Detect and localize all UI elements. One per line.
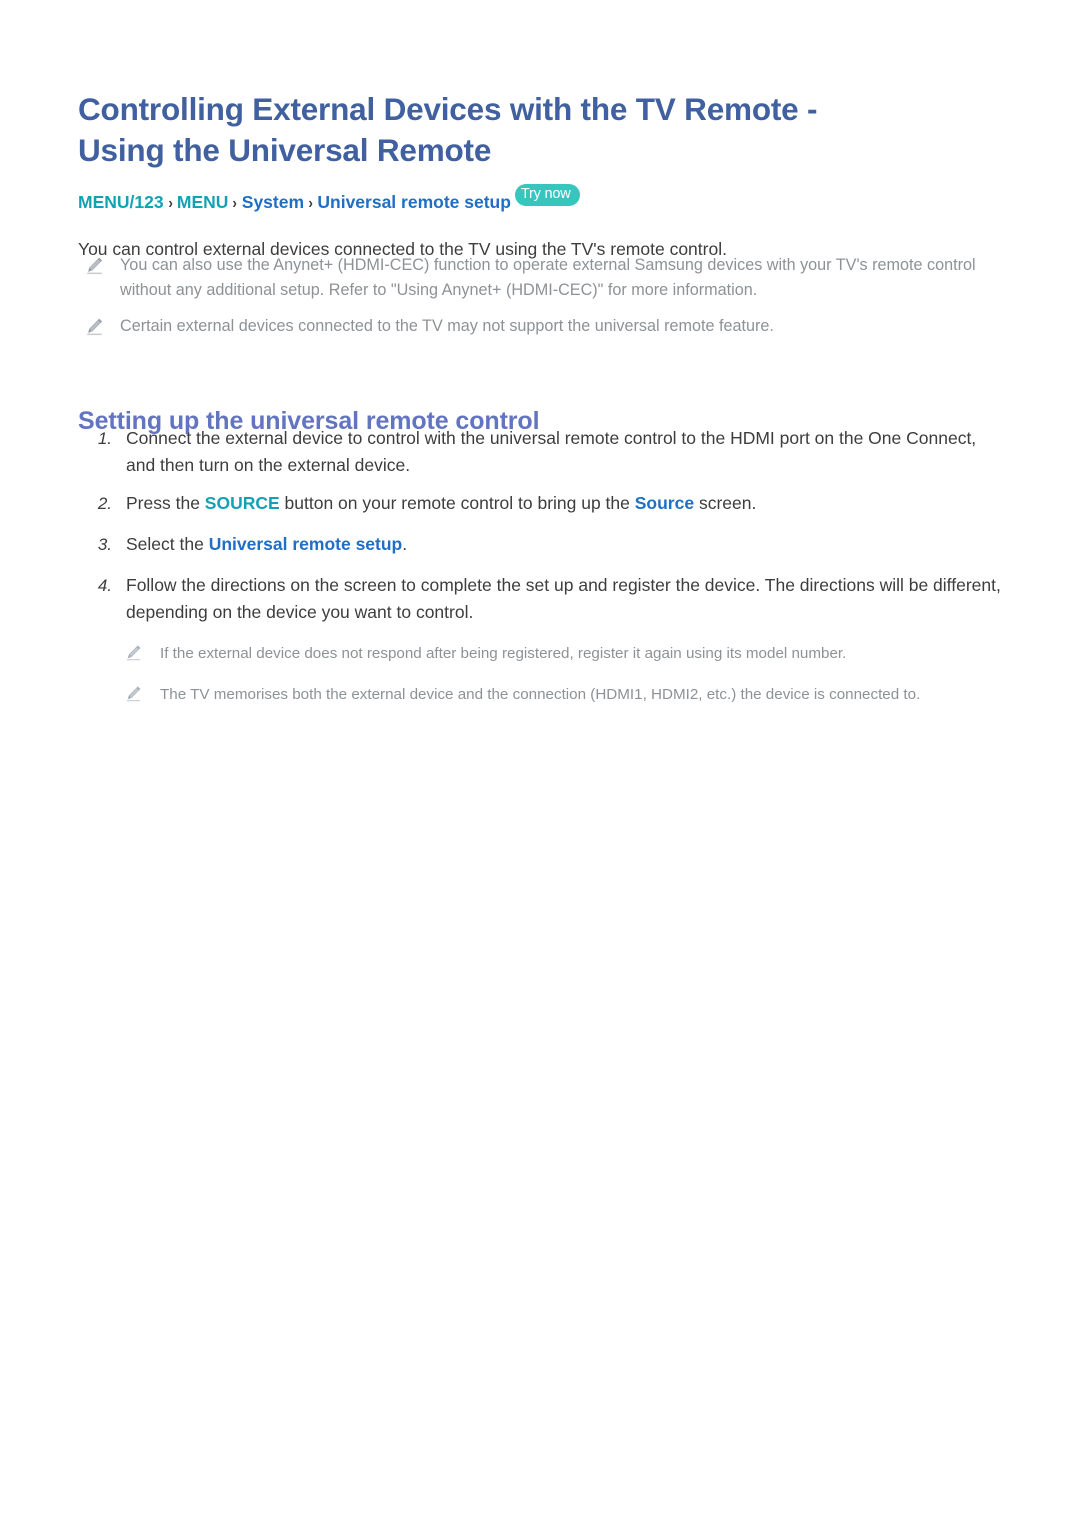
breadcrumb-item-universal-remote-setup[interactable]: Universal remote setup — [317, 192, 511, 212]
manual-page: Controlling External Devices with the TV… — [0, 0, 1080, 1527]
step-item: 4. Follow the directions on the screen t… — [84, 572, 1014, 626]
note-anynet: You can also use the Anynet+ (HDMI-CEC) … — [84, 253, 996, 303]
keyword-source-button: SOURCE — [204, 493, 280, 513]
chevron-right-icon: › — [232, 195, 238, 212]
try-now-badge[interactable]: Try now — [514, 184, 580, 206]
breadcrumb: MENU/123 › MENU › System › Universal remote se… — [78, 184, 580, 216]
page-title-line-2: Using the Universal Remote — [78, 132, 492, 169]
step-text-part: . — [402, 534, 408, 554]
subnote-register-again: If the external device does not respond … — [124, 641, 1014, 666]
step-number: 3. — [97, 535, 112, 554]
pencil-icon — [84, 317, 106, 337]
step-number: 4. — [97, 576, 112, 595]
step-text-part: Connect the external device to control w… — [126, 428, 977, 475]
note-text: If the external device does not respond … — [160, 645, 847, 662]
note-text: The TV memorises both the external devic… — [160, 686, 921, 703]
step-number: 2. — [97, 494, 112, 513]
step-text-part: Press the — [126, 493, 205, 513]
page-title-line-1: Controlling External Devices with the TV… — [78, 91, 818, 128]
step-item: 2. Press the SOURCE button on your remot… — [84, 490, 1010, 517]
step-text: Press the SOURCE button on your remote c… — [126, 490, 1010, 517]
keyword-universal-remote-setup: Universal remote setup — [208, 534, 403, 554]
pencil-icon — [84, 256, 106, 276]
keyword-source-screen: Source — [634, 493, 695, 513]
step-text-part: screen. — [694, 493, 757, 513]
pencil-icon — [124, 685, 146, 705]
step-number: 1. — [97, 429, 112, 448]
step-text: Connect the external device to control w… — [126, 425, 1010, 479]
note-certain-devices: Certain external devices connected to th… — [84, 314, 996, 339]
breadcrumb-item-menu[interactable]: MENU — [177, 192, 229, 212]
page-title: Controlling External Devices with the TV… — [78, 89, 978, 171]
step-text: Select the Universal remote setup. — [126, 531, 1010, 558]
breadcrumb-item-system[interactable]: System — [242, 192, 304, 212]
step-text-part: Follow the directions on the screen to c… — [126, 575, 1001, 622]
step-item: 3. Select the Universal remote setup. — [84, 531, 1010, 558]
note-text: Certain external devices connected to th… — [120, 317, 774, 335]
chevron-right-icon: › — [308, 195, 313, 212]
step-text-part: button on your remote control to bring u… — [279, 493, 635, 513]
step-text: Follow the directions on the screen to c… — [126, 572, 1014, 626]
note-text: You can also use the Anynet+ (HDMI-CEC) … — [120, 256, 976, 299]
step-text-part: Select the — [126, 534, 209, 554]
pencil-icon — [124, 644, 146, 664]
chevron-right-icon: › — [167, 195, 173, 212]
step-item: 1. Connect the external device to contro… — [84, 425, 1010, 479]
subnote-tv-memorises: The TV memorises both the external devic… — [124, 682, 1014, 707]
breadcrumb-item-menu123[interactable]: MENU/123 — [78, 192, 164, 212]
